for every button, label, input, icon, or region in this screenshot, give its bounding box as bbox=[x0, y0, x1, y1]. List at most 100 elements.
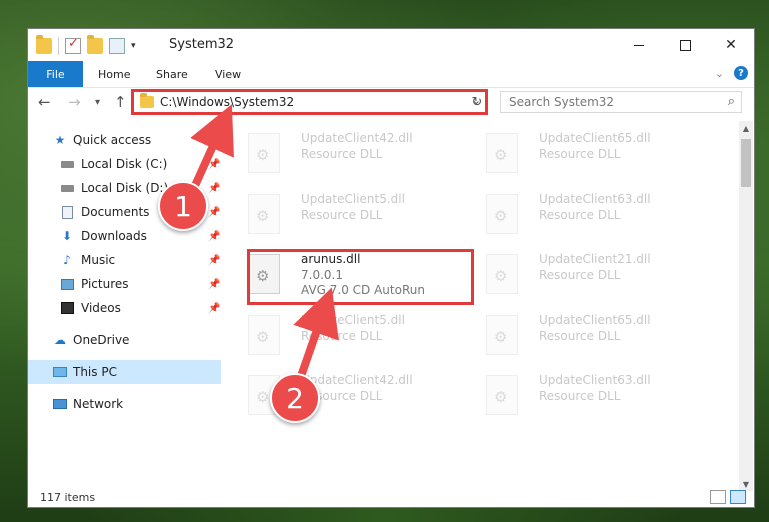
sidebar-item-this-pc[interactable]: This PC bbox=[28, 360, 221, 384]
sidebar-item-music[interactable]: ♪ Music 📌 bbox=[28, 248, 221, 272]
sidebar-item-quick-access[interactable]: ★ Quick access bbox=[28, 128, 221, 152]
file-item-arunus[interactable]: arunus.dll 7.0.0.1 AVG 7.0 CD AutoRun bbox=[226, 246, 446, 300]
sidebar-item-pictures[interactable]: Pictures 📌 bbox=[28, 272, 221, 296]
expand-ribbon-icon[interactable]: ⌄ bbox=[715, 67, 724, 80]
sidebar-item-label: Downloads bbox=[81, 229, 147, 243]
quick-access-toolbar: ▾ bbox=[36, 35, 136, 55]
sidebar-item-label: Documents bbox=[81, 205, 150, 219]
file-name: UpdateClient5.dll bbox=[301, 313, 405, 327]
sidebar-item-label: Quick access bbox=[73, 133, 152, 147]
pin-icon: 📌 bbox=[208, 206, 221, 218]
dll-file-icon bbox=[486, 194, 518, 234]
back-button[interactable]: ← bbox=[38, 93, 51, 111]
dll-file-icon bbox=[248, 194, 280, 234]
file-description: Resource DLL bbox=[539, 147, 621, 161]
file-description: Resource DLL bbox=[301, 329, 383, 343]
ribbon-controls: ⌄ ? bbox=[715, 66, 748, 80]
file-item[interactable]: UpdateClient63.dll Resource DLL bbox=[464, 186, 684, 240]
network-icon bbox=[52, 397, 68, 411]
title-bar: ▾ System32 ✕ bbox=[28, 29, 754, 61]
dll-file-icon bbox=[486, 315, 518, 355]
file-item[interactable]: UpdateClient21.dll Resource DLL bbox=[464, 246, 684, 300]
sidebar-item-videos[interactable]: Videos 📌 bbox=[28, 296, 221, 320]
sidebar-item-label: This PC bbox=[73, 365, 117, 379]
address-folder-icon bbox=[140, 93, 154, 108]
dll-file-icon bbox=[486, 133, 518, 173]
file-item[interactable]: UpdateClient65.dll Resource DLL bbox=[464, 307, 684, 361]
dll-file-icon bbox=[248, 315, 280, 355]
file-name: UpdateClient65.dll bbox=[539, 313, 651, 327]
file-description: Resource DLL bbox=[539, 329, 621, 343]
sidebar-item-label: Network bbox=[73, 397, 124, 411]
new-folder-icon[interactable] bbox=[87, 35, 103, 54]
drive-icon bbox=[59, 157, 75, 171]
close-button[interactable]: ✕ bbox=[708, 29, 754, 61]
file-name: UpdateClient42.dll bbox=[301, 131, 413, 145]
dll-file-icon bbox=[486, 375, 518, 415]
file-name: UpdateClient42.dll bbox=[301, 373, 413, 387]
pin-icon: 📌 bbox=[208, 278, 221, 290]
quick-access-dropdown-icon[interactable]: ▾ bbox=[131, 41, 136, 51]
pin-icon: 📌 bbox=[208, 158, 221, 170]
search-box[interactable]: Search System32 ⌕ bbox=[500, 91, 742, 113]
maximize-button[interactable] bbox=[662, 29, 708, 61]
details-view-icon[interactable] bbox=[710, 490, 726, 504]
dll-file-icon bbox=[248, 133, 280, 173]
dll-file-icon bbox=[486, 254, 518, 294]
navigation-bar: ← → ▾ ↑ C:\Windows\System32 ⌄ ↻ Search S… bbox=[28, 88, 754, 118]
refresh-icon[interactable]: ↻ bbox=[467, 91, 487, 113]
recent-locations-button[interactable]: ▾ bbox=[95, 93, 100, 111]
dll-file-icon bbox=[248, 254, 280, 294]
sidebar-item-label: Local Disk (C:) bbox=[81, 157, 168, 171]
vertical-scrollbar[interactable]: ▲ ▼ bbox=[739, 121, 753, 491]
pin-icon: 📌 bbox=[208, 230, 221, 242]
file-name: UpdateClient5.dll bbox=[301, 192, 405, 206]
star-icon: ★ bbox=[54, 133, 66, 147]
status-bar: 117 items bbox=[28, 487, 754, 509]
pictures-icon bbox=[59, 277, 75, 291]
download-icon: ⬇ bbox=[61, 229, 73, 243]
file-item[interactable]: UpdateClient5.dll Resource DLL bbox=[226, 307, 446, 361]
file-item[interactable]: UpdateClient63.dll Resource DLL bbox=[464, 367, 684, 421]
tiles-view-icon[interactable] bbox=[730, 490, 746, 504]
tab-view[interactable]: View bbox=[215, 61, 241, 87]
search-icon[interactable]: ⌕ bbox=[728, 94, 735, 109]
explorer-window: ▾ System32 ✕ File Home Share View ⌄ ? ← … bbox=[27, 28, 755, 508]
file-item[interactable]: UpdateClient42.dll Resource DLL bbox=[226, 125, 446, 179]
sidebar-item-onedrive[interactable]: ☁ OneDrive bbox=[28, 328, 221, 352]
videos-icon bbox=[59, 301, 75, 315]
tab-home[interactable]: Home bbox=[98, 61, 130, 87]
file-description: Resource DLL bbox=[539, 208, 621, 222]
cloud-icon: ☁ bbox=[54, 333, 66, 347]
address-bar[interactable]: C:\Windows\System32 ⌄ bbox=[133, 91, 486, 113]
help-icon[interactable]: ? bbox=[734, 66, 748, 80]
pin-icon: 📌 bbox=[208, 254, 221, 266]
minimize-button[interactable] bbox=[616, 29, 662, 61]
maximize-icon bbox=[679, 39, 691, 51]
file-name: UpdateClient63.dll bbox=[539, 192, 651, 206]
window-title: System32 bbox=[169, 37, 235, 52]
properties-check-icon[interactable] bbox=[65, 36, 81, 54]
view-buttons bbox=[710, 490, 746, 504]
sidebar-item-local-disk-c[interactable]: Local Disk (C:) 📌 bbox=[28, 152, 221, 176]
file-item[interactable]: UpdateClient42.dll Resource DLL bbox=[226, 367, 446, 421]
file-item[interactable]: UpdateClient65.dll Resource DLL bbox=[464, 125, 684, 179]
pin-icon: 📌 bbox=[208, 182, 221, 194]
properties-icon[interactable] bbox=[109, 38, 125, 54]
search-placeholder: Search System32 bbox=[509, 95, 615, 109]
tab-share[interactable]: Share bbox=[156, 61, 188, 87]
file-description: AVG 7.0 CD AutoRun bbox=[301, 283, 425, 297]
tab-file[interactable]: File bbox=[28, 61, 83, 87]
sidebar-item-label: Local Disk (D:) bbox=[81, 181, 169, 195]
address-path: C:\Windows\System32 bbox=[160, 95, 295, 109]
scroll-up-icon[interactable]: ▲ bbox=[739, 121, 753, 135]
sidebar-item-network[interactable]: Network bbox=[28, 392, 221, 416]
up-button[interactable]: ↑ bbox=[114, 93, 127, 111]
sidebar-item-label: OneDrive bbox=[73, 333, 130, 347]
scrollbar-thumb[interactable] bbox=[741, 139, 751, 187]
file-description: Resource DLL bbox=[301, 147, 383, 161]
sidebar-item-label: Music bbox=[81, 253, 116, 267]
file-item[interactable]: UpdateClient5.dll Resource DLL bbox=[226, 186, 446, 240]
forward-button[interactable]: → bbox=[68, 93, 81, 111]
drive-icon bbox=[59, 181, 75, 195]
